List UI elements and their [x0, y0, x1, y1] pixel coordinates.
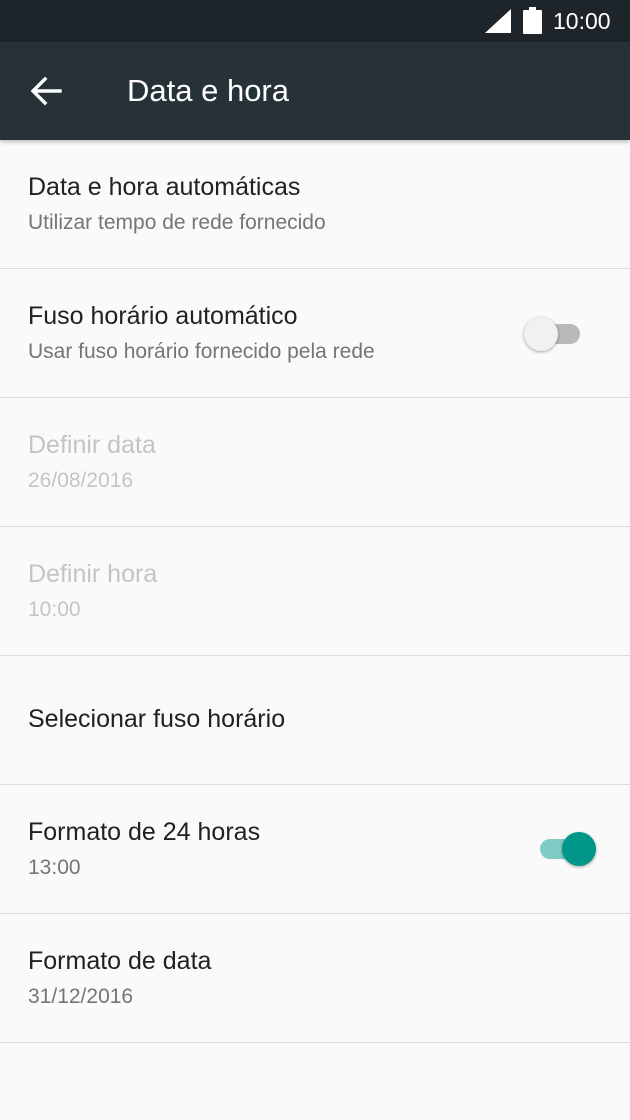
setting-auto-date-time[interactable]: Data e hora automáticas Utilizar tempo d… [0, 140, 630, 269]
setting-summary: 31/12/2016 [28, 985, 134, 1008]
setting-title: Definir data [28, 431, 156, 459]
setting-set-time: Definir hora 10:00 [0, 527, 630, 656]
setting-24-hour-format[interactable]: Formato de 24 horas 13:00 [0, 785, 630, 914]
setting-title: Data e hora automáticas [28, 173, 301, 201]
setting-title: Definir hora [28, 560, 158, 588]
status-clock: 10:00 [553, 8, 611, 34]
page-title: Data e hora [127, 73, 289, 108]
setting-auto-timezone[interactable]: Fuso horário automático Usar fuso horári… [0, 269, 630, 398]
switch-thumb [562, 832, 596, 866]
status-bar: 10:00 [0, 0, 630, 42]
auto-timezone-switch[interactable] [524, 313, 588, 353]
24-hour-format-switch[interactable] [532, 828, 596, 868]
switch-thumb [524, 317, 558, 351]
signal-icon [485, 9, 511, 33]
app-bar: Data e hora [0, 42, 630, 140]
setting-title: Formato de data [28, 947, 212, 975]
setting-summary: Utilizar tempo de rede fornecido [28, 211, 326, 234]
arrow-left-icon[interactable] [22, 68, 68, 114]
setting-set-date: Definir data 26/08/2016 [0, 398, 630, 527]
setting-title: Formato de 24 horas [28, 818, 261, 846]
setting-summary: Usar fuso horário fornecido pela rede [28, 340, 375, 363]
battery-icon [523, 7, 542, 34]
setting-summary: 13:00 [28, 856, 81, 879]
setting-date-format[interactable]: Formato de data 31/12/2016 [0, 914, 630, 1043]
setting-title: Fuso horário automático [28, 302, 298, 330]
setting-title: Selecionar fuso horário [28, 705, 286, 733]
setting-summary: 26/08/2016 [28, 469, 134, 492]
settings-list: Data e hora automáticas Utilizar tempo d… [0, 140, 630, 1043]
setting-select-timezone[interactable]: Selecionar fuso horário [0, 656, 630, 785]
setting-summary: 10:00 [28, 598, 81, 621]
